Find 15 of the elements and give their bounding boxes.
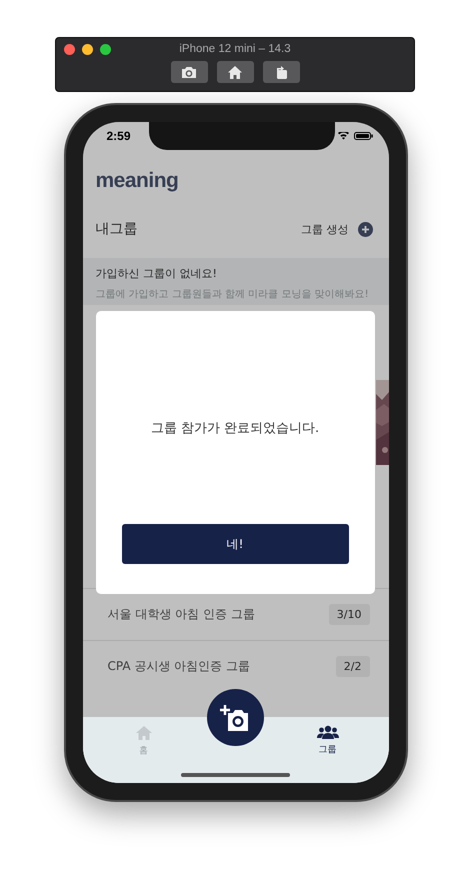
group-name: 서울 대학생 아침 인증 그룹 — [108, 606, 255, 623]
status-time: 2:59 — [106, 129, 131, 143]
group-name: CPA 공시생 아침인증 그룹 — [108, 658, 250, 675]
banner-title: 가입하신 그룹이 없네요! — [96, 266, 218, 281]
group-row[interactable]: CPA 공시생 아침인증 그룹 2/2 — [82, 640, 388, 692]
app-logo: meaning — [96, 169, 180, 193]
window-title: iPhone 12 mini – 14.3 — [179, 43, 291, 55]
banner-message: 그룹에 가입하고 그룹원들과 함께 미라클 모닝을 맞이해봐요! — [96, 288, 370, 301]
member-count: 2/2 — [336, 656, 370, 677]
confirm-button[interactable]: 네! — [122, 524, 348, 564]
tab[interactable]: 그룹 — [316, 717, 338, 759]
dialog-message: 그룹 참가가 완료되었습니다. — [150, 420, 320, 437]
section-title: 내그룹 — [96, 220, 138, 238]
member-count: 3/10 — [328, 604, 370, 625]
create-group-button[interactable]: 그룹 생성 — [301, 222, 372, 236]
